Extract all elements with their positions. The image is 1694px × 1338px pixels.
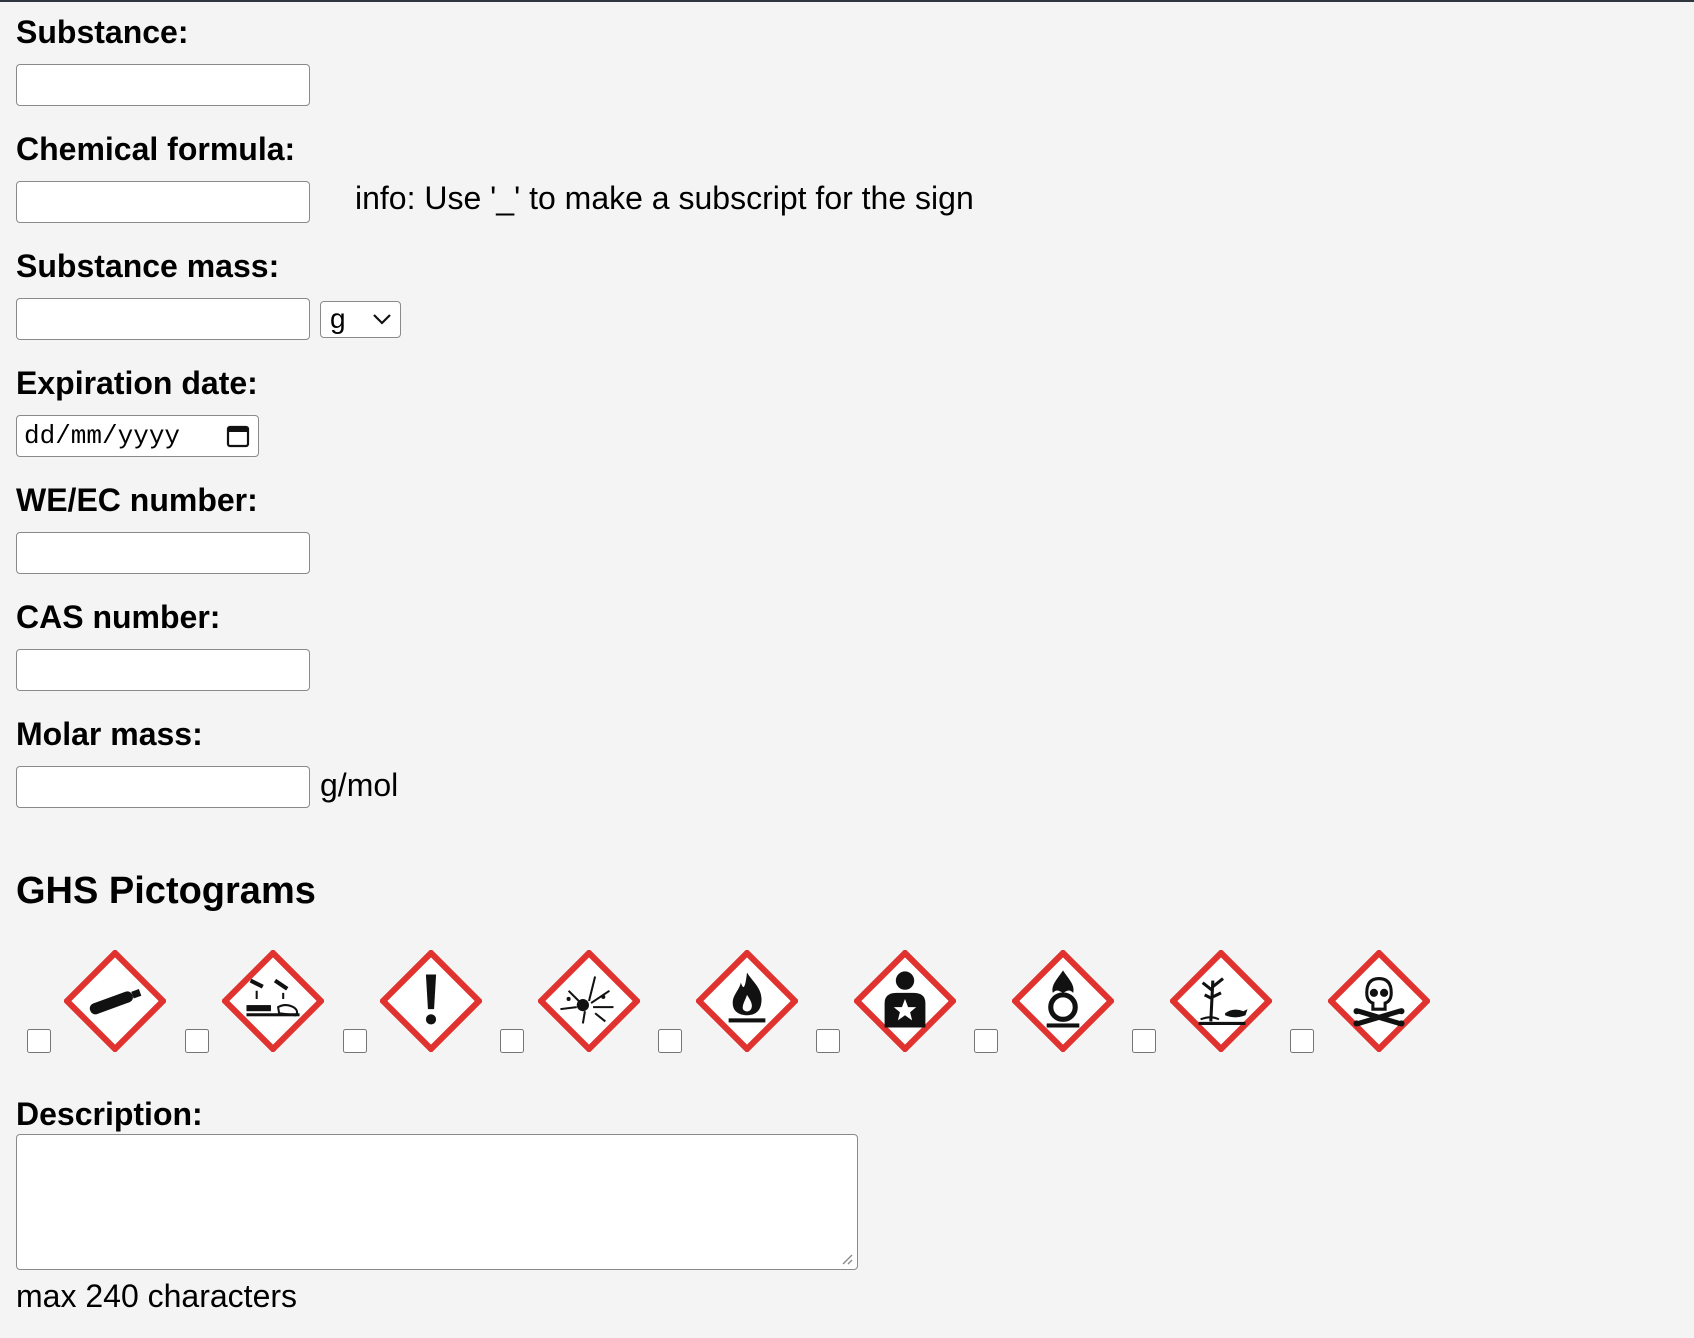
description-textarea[interactable] — [16, 1134, 858, 1270]
flame-icon — [696, 950, 798, 1052]
ghs-checkbox-toxic[interactable] — [1290, 1029, 1314, 1053]
cas-number-field: CAS number: — [16, 599, 310, 691]
ghs-pictogram-row — [16, 950, 1576, 1060]
formula-label: Chemical formula: — [16, 131, 296, 167]
ghs-section-title: GHS Pictograms — [16, 870, 316, 912]
expiration-date-placeholder: dd/mm/yyyy — [24, 421, 181, 451]
ghs-checkbox-flammable[interactable] — [658, 1029, 682, 1053]
molar-mass-input[interactable] — [16, 766, 310, 808]
cas-number-input[interactable] — [16, 649, 310, 691]
ec-number-label: WE/EC number: — [16, 482, 258, 518]
molar-mass-field: Molar mass: g/mol — [16, 716, 398, 808]
ghs-checkbox-oxidizing[interactable] — [974, 1029, 998, 1053]
health-hazard-icon — [854, 950, 956, 1052]
substance-label: Substance: — [16, 14, 189, 50]
expiration-field: Expiration date: dd/mm/yyyy — [16, 365, 259, 457]
calendar-icon[interactable] — [226, 424, 250, 448]
ghs-checkbox-gas-cylinder[interactable] — [27, 1029, 51, 1053]
mass-unit-value: g — [330, 303, 346, 334]
formula-field: Chemical formula: info: Use '_' to make … — [16, 131, 974, 223]
corrosion-icon — [222, 950, 324, 1052]
formula-info-text: info: Use '_' to make a subscript for th… — [355, 179, 974, 216]
ghs-checkbox-explosive[interactable] — [500, 1029, 524, 1053]
mass-field: Substance mass: g — [16, 248, 401, 340]
molar-mass-label: Molar mass: — [16, 716, 203, 752]
chevron-down-icon — [373, 314, 391, 325]
skull-crossbones-icon — [1328, 950, 1430, 1052]
expiration-label: Expiration date: — [16, 365, 258, 401]
flame-over-circle-icon — [1012, 950, 1114, 1052]
resize-grip-icon[interactable] — [839, 1251, 853, 1265]
substance-input[interactable] — [16, 64, 310, 106]
mass-unit-select[interactable]: g — [320, 300, 401, 338]
ghs-checkbox-corrosion[interactable] — [185, 1029, 209, 1053]
environment-icon — [1170, 950, 1272, 1052]
ec-number-input[interactable] — [16, 532, 310, 574]
ghs-checkbox-environment[interactable] — [1132, 1029, 1156, 1053]
formula-input[interactable] — [16, 181, 310, 223]
ghs-checkbox-health-hazard[interactable] — [816, 1029, 840, 1053]
gas-cylinder-icon — [64, 950, 166, 1052]
molar-mass-unit: g/mol — [320, 766, 399, 803]
description-label: Description: — [16, 1096, 203, 1132]
ec-number-field: WE/EC number: — [16, 482, 310, 574]
substance-field: Substance: — [16, 14, 310, 106]
expiration-date-input[interactable]: dd/mm/yyyy — [16, 415, 259, 457]
cas-number-label: CAS number: — [16, 599, 221, 635]
mass-label: Substance mass: — [16, 248, 280, 284]
ghs-checkbox-exclamation[interactable] — [343, 1029, 367, 1053]
exclamation-mark-icon — [380, 950, 482, 1052]
mass-input[interactable] — [16, 298, 310, 340]
description-hint: max 240 characters — [16, 1278, 298, 1314]
exploding-bomb-icon — [538, 950, 640, 1052]
